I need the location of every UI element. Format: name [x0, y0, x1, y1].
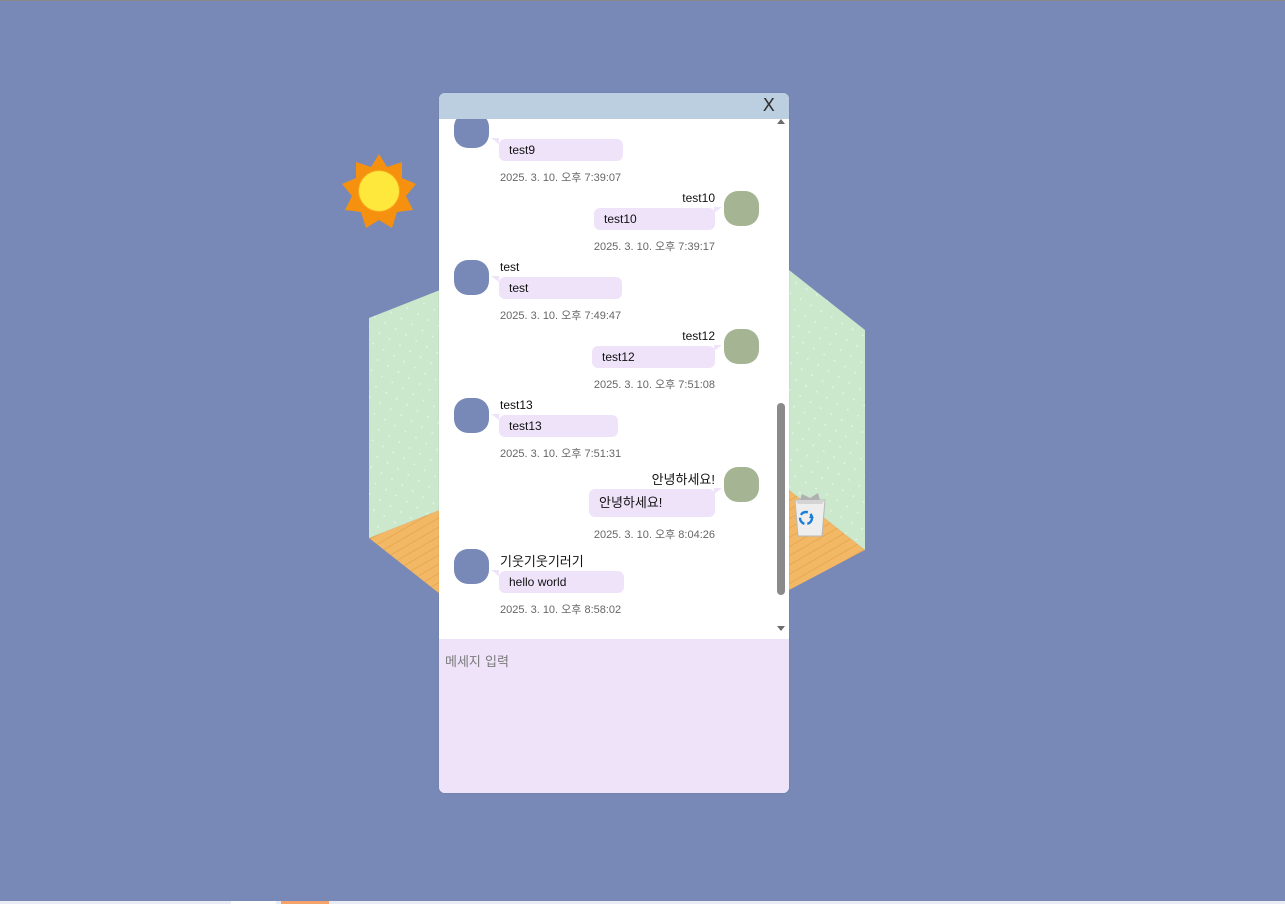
message-time: 2025. 3. 10. 오후 8:58:02: [500, 604, 622, 616]
close-button[interactable]: X: [763, 95, 775, 117]
message-bubble: test12: [592, 346, 715, 368]
recycle-bin-icon[interactable]: [790, 490, 830, 540]
input-area: [439, 639, 789, 793]
avatar: [454, 549, 489, 584]
message-bubble: test10: [594, 208, 715, 230]
bubble-tail: [491, 276, 499, 282]
scroll-down-arrow-icon[interactable]: [777, 626, 785, 631]
message-bubble: test9: [499, 139, 623, 161]
sender-name: 기웃기웃기러기: [500, 554, 584, 569]
bubble-tail: [491, 138, 499, 144]
message-time: 2025. 3. 10. 오후 7:39:07: [500, 172, 622, 184]
message-time: 2025. 3. 10. 오후 7:51:31: [500, 448, 622, 460]
avatar: [454, 260, 489, 295]
message-time: 2025. 3. 10. 오후 8:04:26: [593, 529, 715, 541]
avatar: [724, 467, 759, 502]
message-bubble: 안녕하세요!: [589, 489, 715, 517]
sender-name: 안녕하세요!: [651, 472, 715, 487]
message-time: 2025. 3. 10. 오후 7:51:08: [593, 379, 715, 391]
message-input[interactable]: [439, 639, 789, 793]
sender-name: test: [500, 260, 520, 274]
sender-name: test10: [682, 191, 715, 205]
bubble-tail: [714, 488, 722, 494]
message-list[interactable]: test9 2025. 3. 10. 오후 7:39:07 test10 tes…: [439, 119, 789, 639]
message-bubble: test13: [499, 415, 618, 437]
scroll-thumb[interactable]: [777, 403, 785, 595]
message-time: 2025. 3. 10. 오후 7:49:47: [500, 310, 622, 322]
chat-window: X test9 2025. 3. 10. 오후 7:39:07 test10 t…: [439, 93, 789, 793]
bubble-tail: [714, 345, 722, 351]
avatar: [724, 191, 759, 226]
bubble-tail: [714, 207, 722, 213]
sender-name: test12: [682, 329, 715, 343]
message-bubble: hello world: [499, 571, 624, 593]
sun-icon: [342, 154, 416, 228]
avatar: [724, 329, 759, 364]
message-time: 2025. 3. 10. 오후 7:39:17: [593, 241, 715, 253]
sender-name: test13: [500, 398, 533, 412]
chat-header: X: [439, 93, 789, 119]
bubble-tail: [491, 414, 499, 420]
scrollbar[interactable]: [775, 119, 787, 631]
scroll-up-arrow-icon[interactable]: [777, 119, 785, 124]
avatar: [454, 398, 489, 433]
bubble-tail: [491, 570, 499, 576]
message-bubble: test: [499, 277, 622, 299]
avatar: [454, 119, 489, 148]
